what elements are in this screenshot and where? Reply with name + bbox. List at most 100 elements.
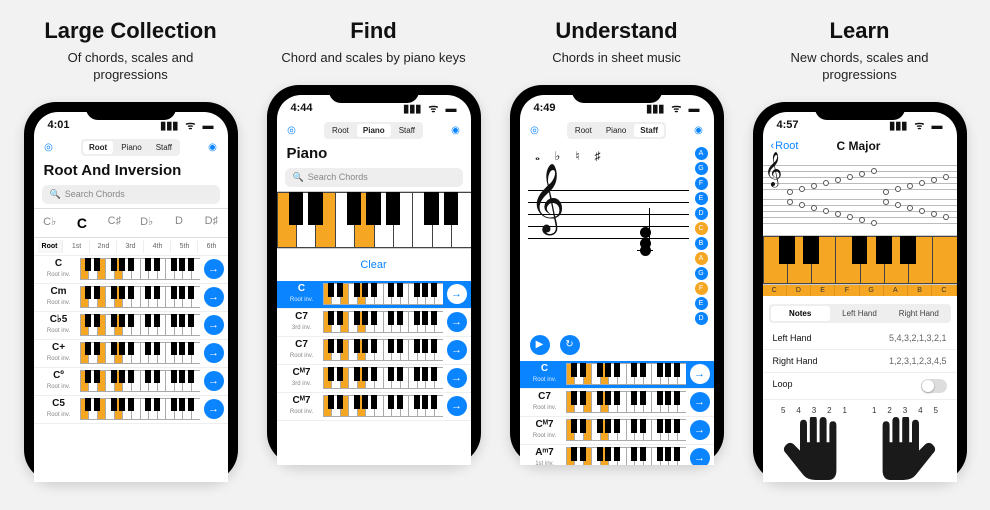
note-tab[interactable]: D xyxy=(163,209,195,237)
chord-list[interactable]: CRoot inv.→CmRoot inv.→C♭5Root inv.→C+Ro… xyxy=(34,256,228,424)
chord-detail-button[interactable]: → xyxy=(690,448,710,465)
chord-row[interactable]: Cᴹ73rd inv.→ xyxy=(277,365,471,393)
note-tab[interactable]: C♯ xyxy=(98,209,130,237)
inv-tab[interactable]: Root xyxy=(38,240,63,253)
chord-list[interactable]: CRoot inv.→C7Root inv.→Cᴹ7Root inv.→Aᵐ71… xyxy=(520,361,714,465)
view-segmented-control[interactable]: Root Piano Staff xyxy=(81,139,180,156)
natural-icon[interactable]: ♮ xyxy=(572,149,584,163)
inv-tab[interactable]: 5th xyxy=(173,240,198,253)
chord-detail-button[interactable]: → xyxy=(690,392,710,412)
chord-row[interactable]: C7Root inv.→ xyxy=(520,389,714,417)
note-bubble[interactable]: E xyxy=(695,297,708,310)
note-bubble[interactable]: F xyxy=(695,177,708,190)
view-segmented-control[interactable]: Root Piano Staff xyxy=(324,122,423,139)
chord-row[interactable]: C+Root inv.→ xyxy=(34,340,228,368)
note-bubble[interactable]: F xyxy=(695,282,708,295)
search-input[interactable]: 🔍 Search Chords xyxy=(285,168,463,187)
settings-icon[interactable]: ◎ xyxy=(285,123,299,137)
learn-tabs[interactable]: Notes Left Hand Right Hand xyxy=(769,304,951,323)
seg-root[interactable]: Root xyxy=(326,124,355,137)
inv-tab[interactable]: 1st xyxy=(65,240,90,253)
note-bubble[interactable]: A xyxy=(695,252,708,265)
chord-detail-button[interactable]: → xyxy=(447,368,467,388)
chord-detail-button[interactable]: → xyxy=(204,399,224,419)
note-bubble[interactable]: D xyxy=(695,207,708,220)
note-bubble[interactable]: A xyxy=(695,147,708,160)
note-bubble[interactable]: E xyxy=(695,192,708,205)
note-tab[interactable]: C xyxy=(66,209,98,237)
note-bubble[interactable]: G xyxy=(695,267,708,280)
chord-detail-button[interactable]: → xyxy=(204,315,224,335)
seg-piano[interactable]: Piano xyxy=(115,141,147,154)
seg-piano[interactable]: Piano xyxy=(357,124,391,137)
root-note-tabs[interactable]: C♭ C C♯ D♭ D D♯ xyxy=(34,208,228,238)
back-button[interactable]: ‹ Root xyxy=(771,140,799,152)
filter-icon[interactable]: ◉ xyxy=(449,123,463,137)
chord-detail-button[interactable]: → xyxy=(204,259,224,279)
note-tab[interactable]: C♭ xyxy=(34,209,66,237)
right-hand-row[interactable]: Right Hand 1,2,3,1,2,3,4,5 xyxy=(763,350,957,373)
chord-row[interactable]: Cᴹ7Root inv.→ xyxy=(277,393,471,421)
chord-row[interactable]: C5Root inv.→ xyxy=(34,396,228,424)
chord-detail-button[interactable]: → xyxy=(447,312,467,332)
chord-row[interactable]: C7Root inv.→ xyxy=(277,337,471,365)
seg-root[interactable]: Root xyxy=(83,141,113,154)
sharp-icon[interactable]: ♯ xyxy=(592,149,604,163)
clear-button[interactable]: Clear xyxy=(277,249,471,281)
note-bubble[interactable]: G xyxy=(695,162,708,175)
chord-list[interactable]: CRoot inv.→C73rd inv.→C7Root inv.→Cᴹ73rd… xyxy=(277,281,471,421)
chord-row[interactable]: C73rd inv.→ xyxy=(277,309,471,337)
repeat-button[interactable]: ↻ xyxy=(560,335,580,355)
chord-row[interactable]: CRoot inv.→ xyxy=(520,361,714,389)
note-bubble[interactable]: C xyxy=(695,222,708,235)
inv-tab[interactable]: 6th xyxy=(200,240,224,253)
inv-tab[interactable]: 3rd xyxy=(119,240,144,253)
seg-staff[interactable]: Staff xyxy=(150,141,178,154)
settings-icon[interactable]: ◎ xyxy=(42,140,56,154)
tab-left-hand[interactable]: Left Hand xyxy=(830,306,889,321)
loop-row[interactable]: Loop xyxy=(763,373,957,400)
note-tab[interactable]: D♯ xyxy=(195,209,227,237)
chord-row[interactable]: CmRoot inv.→ xyxy=(34,284,228,312)
chord-detail-button[interactable]: → xyxy=(204,287,224,307)
inv-tab[interactable]: 4th xyxy=(146,240,171,253)
chord-row[interactable]: CRoot inv.→ xyxy=(277,281,471,309)
whole-note-icon[interactable]: 𝅝 xyxy=(532,149,544,164)
seg-root[interactable]: Root xyxy=(569,124,598,137)
note-bubble[interactable]: B xyxy=(695,237,708,250)
chord-detail-button[interactable]: → xyxy=(204,343,224,363)
filter-icon[interactable]: ◉ xyxy=(692,123,706,137)
note-selector-column[interactable]: AGFEDCBAGFED xyxy=(695,147,708,325)
chord-detail-button[interactable]: → xyxy=(690,364,710,384)
music-staff[interactable]: 𝅝 ♭ ♮ ♯ 𝄞 xyxy=(528,147,689,325)
loop-toggle[interactable] xyxy=(921,379,947,393)
tab-notes[interactable]: Notes xyxy=(771,306,830,321)
chord-row[interactable]: Aᵐ71st inv.→ xyxy=(520,445,714,465)
search-input[interactable]: 🔍 Search Chords xyxy=(42,185,220,204)
chord-detail-button[interactable]: → xyxy=(447,284,467,304)
play-button[interactable]: ▶ xyxy=(530,335,550,355)
chord-row[interactable]: CºRoot inv.→ xyxy=(34,368,228,396)
inv-tab[interactable]: 2nd xyxy=(92,240,117,253)
view-segmented-control[interactable]: Root Piano Staff xyxy=(567,122,666,139)
piano-keyboard[interactable] xyxy=(277,191,471,249)
chord-detail-button[interactable]: → xyxy=(447,340,467,360)
filter-icon[interactable]: ◉ xyxy=(206,140,220,154)
left-hand-row[interactable]: Left Hand 5,4,3,2,1,3,2,1 xyxy=(763,327,957,350)
seg-staff[interactable]: Staff xyxy=(634,124,664,137)
note-bubble[interactable]: D xyxy=(695,312,708,325)
inversion-tabs[interactable]: Root 1st 2nd 3rd 4th 5th 6th xyxy=(34,238,228,256)
tab-right-hand[interactable]: Right Hand xyxy=(889,306,948,321)
flat-icon[interactable]: ♭ xyxy=(552,149,564,163)
chord-detail-button[interactable]: → xyxy=(447,396,467,416)
note-tab[interactable]: D♭ xyxy=(130,209,162,237)
chord-detail-button[interactable]: → xyxy=(204,371,224,391)
settings-icon[interactable]: ◎ xyxy=(528,123,542,137)
seg-staff[interactable]: Staff xyxy=(393,124,421,137)
chord-row[interactable]: C♭5Root inv.→ xyxy=(34,312,228,340)
chord-row[interactable]: CRoot inv.→ xyxy=(34,256,228,284)
seg-piano[interactable]: Piano xyxy=(600,124,632,137)
scale-piano[interactable] xyxy=(763,235,957,285)
chord-detail-button[interactable]: → xyxy=(690,420,710,440)
chord-row[interactable]: Cᴹ7Root inv.→ xyxy=(520,417,714,445)
